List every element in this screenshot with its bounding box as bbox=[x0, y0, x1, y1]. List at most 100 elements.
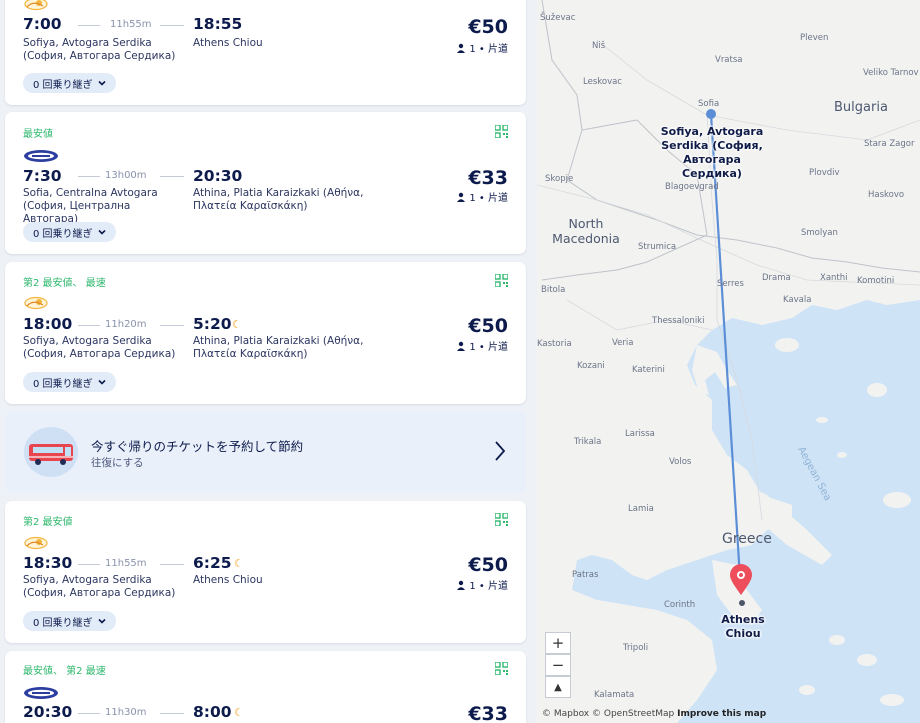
destination-pin-icon[interactable] bbox=[728, 564, 754, 596]
map-label: Veliko Tarnov bbox=[863, 68, 919, 78]
trip-card[interactable]: 第2 最安値、 最速 18:00 11h20m 5:20 ☾ Sofiya, A… bbox=[5, 262, 526, 404]
trip-card[interactable]: 7:00 11h55m 18:55 Sofiya, Avtogara Serdi… bbox=[5, 0, 526, 105]
passenger-info: 1 • 片道 bbox=[456, 189, 508, 204]
route-map[interactable]: Šuževac Niš Pleven Vratsa Veliko Tarnov … bbox=[537, 0, 920, 723]
map-label: Tripoli bbox=[623, 643, 649, 653]
chevron-down-icon bbox=[97, 618, 106, 624]
departure-time: 18:30 bbox=[23, 554, 73, 572]
price: €50 bbox=[468, 16, 508, 38]
chevron-down-icon bbox=[97, 379, 106, 385]
map-label: Bitola bbox=[541, 285, 566, 295]
chevron-right-icon[interactable] bbox=[492, 439, 508, 463]
carrier-logo bbox=[23, 148, 59, 167]
qr-code-icon bbox=[495, 513, 508, 526]
transfers-toggle[interactable]: 0 回乗り継ぎ bbox=[23, 372, 116, 392]
map-country-label: Greece bbox=[722, 531, 772, 547]
transfers-label: 0 回乗り継ぎ bbox=[33, 79, 93, 91]
timeline-left bbox=[78, 564, 100, 565]
map-label: Leskovac bbox=[583, 77, 622, 87]
person-icon bbox=[457, 192, 466, 202]
map-country-label: North Macedonia bbox=[552, 216, 620, 246]
qr-code-icon bbox=[495, 274, 508, 287]
map-label: Sofia bbox=[698, 99, 720, 109]
map-attribution: © Mapbox © OpenStreetMap Improve this ma… bbox=[542, 709, 766, 719]
carrier-logo bbox=[23, 0, 49, 15]
moon-icon: ☾ bbox=[234, 706, 244, 719]
map-label: Pleven bbox=[800, 33, 829, 43]
departure-station: Sofia, Centralna Avtogara (София, Центра… bbox=[23, 187, 158, 225]
improve-map-link[interactable]: Improve this map bbox=[677, 709, 766, 719]
osm-attribution[interactable]: © OpenStreetMap bbox=[592, 709, 674, 719]
trip-tag: 第2 最安値、 最速 bbox=[23, 278, 106, 289]
person-icon bbox=[457, 580, 466, 590]
bus-icon bbox=[24, 427, 78, 477]
trip-card[interactable]: 第2 最安値 18:30 11h55m 6:25 ☾ Sofiya, Avtog… bbox=[5, 501, 526, 643]
arrival-station: Athens Chiou bbox=[193, 37, 263, 49]
map-label: Kavala bbox=[783, 295, 812, 305]
price: €50 bbox=[468, 315, 508, 337]
arrival-time: 20:30 bbox=[193, 167, 243, 185]
price: €50 bbox=[468, 554, 508, 576]
departure-time: 18:00 bbox=[23, 315, 73, 333]
map-label: Strumica bbox=[638, 242, 677, 252]
passenger-label: 1 • 片道 bbox=[469, 44, 508, 55]
trip-tag: 第2 最安値 bbox=[23, 517, 73, 528]
timeline-right bbox=[160, 713, 184, 714]
transfers-toggle[interactable]: 0 回乗り継ぎ bbox=[23, 611, 116, 631]
duration: 11h20m bbox=[105, 319, 147, 330]
timeline-right bbox=[160, 564, 184, 565]
map-label: Patras bbox=[572, 570, 599, 580]
price: €33 bbox=[468, 703, 508, 723]
trip-card[interactable]: 最安値、 第2 最速 20:30 11h30m 8:00 ☾ €33 bbox=[5, 651, 526, 723]
map-label: Plovdiv bbox=[809, 168, 840, 178]
departure-station: Sofiya, Avtogara Serdika (София, Автогар… bbox=[23, 574, 176, 599]
map-label: Vratsa bbox=[715, 55, 743, 65]
map-label: Kalamata bbox=[594, 690, 635, 700]
arrival-time: 18:55 bbox=[193, 15, 243, 33]
transfers-toggle[interactable]: 0 回乗り継ぎ bbox=[23, 222, 116, 242]
carrier-logo bbox=[23, 295, 49, 314]
passenger-info: 1 • 片道 bbox=[456, 40, 508, 55]
carrier-logo bbox=[23, 685, 59, 704]
arrival-station: Athens Chiou bbox=[193, 574, 263, 586]
transfers-toggle[interactable]: 0 回乗り継ぎ bbox=[23, 73, 116, 93]
map-label: Xanthi bbox=[820, 273, 848, 283]
arrival-time: 8:00 bbox=[193, 703, 232, 721]
zoom-in-button[interactable]: + bbox=[545, 632, 571, 654]
chevron-down-icon bbox=[97, 80, 106, 86]
qr-code-icon bbox=[495, 662, 508, 675]
compass-button[interactable]: ▲ bbox=[545, 676, 571, 698]
map-label: Thessaloniki bbox=[652, 316, 705, 326]
transfers-label: 0 回乗り継ぎ bbox=[33, 378, 93, 390]
timeline-right bbox=[160, 176, 184, 177]
map-label: Drama bbox=[762, 273, 791, 283]
passenger-label: 1 • 片道 bbox=[469, 193, 508, 204]
map-label: Lamia bbox=[628, 504, 654, 514]
arrival-time: 5:20 bbox=[193, 315, 232, 333]
compass-icon: ▲ bbox=[554, 681, 562, 693]
return-trip-promo[interactable]: 今すぐ帰りのチケットを予約して節約 往復にする bbox=[5, 411, 526, 493]
duration: 13h00m bbox=[105, 170, 147, 181]
trip-card[interactable]: 最安値 7:30 13h00m 20:30 Sofia, Centralna A… bbox=[5, 112, 526, 254]
map-label: Stara Zagor bbox=[864, 139, 915, 149]
timeline-left bbox=[78, 713, 100, 714]
map-label: Volos bbox=[669, 457, 692, 467]
passenger-label: 1 • 片道 bbox=[469, 581, 508, 592]
map-label: Katerini bbox=[632, 365, 665, 375]
arrival-station: Athina, Platia Karaizkaki (Αθήνα, Πλατεί… bbox=[193, 187, 364, 212]
mapbox-attribution[interactable]: © Mapbox bbox=[542, 709, 589, 719]
map-country-label: Bulgaria bbox=[834, 100, 888, 115]
duration: 11h55m bbox=[110, 19, 152, 30]
destination-label: Athens Chiou bbox=[721, 613, 765, 640]
moon-icon: ☾ bbox=[232, 318, 242, 331]
timeline-left bbox=[78, 25, 100, 26]
results-list: 7:00 11h55m 18:55 Sofiya, Avtogara Serdi… bbox=[0, 0, 536, 723]
map-label: Trikala bbox=[574, 437, 602, 447]
timeline-left bbox=[78, 176, 100, 177]
map-label: Kastoria bbox=[537, 339, 572, 349]
passenger-label: 1 • 片道 bbox=[469, 342, 508, 353]
map-label: Larissa bbox=[625, 429, 655, 439]
zoom-out-button[interactable]: − bbox=[545, 654, 571, 676]
departure-station: Sofiya, Avtogara Serdika (София, Автогар… bbox=[23, 335, 176, 360]
map-label: Serres bbox=[717, 279, 744, 289]
